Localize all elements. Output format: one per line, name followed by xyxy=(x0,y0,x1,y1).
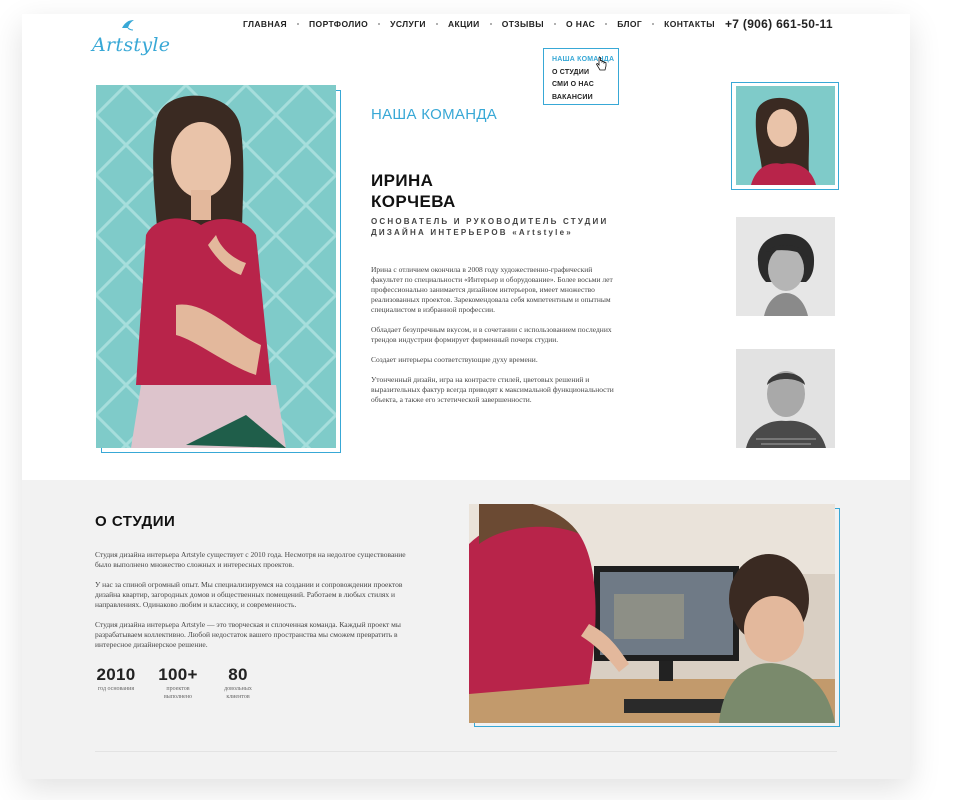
bio-paragraph: Ирина с отличием окончила в 2008 году ху… xyxy=(371,265,613,314)
studio-photo xyxy=(469,504,835,723)
team-thumb-member-3[interactable] xyxy=(736,349,835,448)
nav-separator xyxy=(378,23,381,25)
person-bio: Ирина с отличием окончила в 2008 году ху… xyxy=(371,265,626,415)
nav-item-promotions[interactable]: АКЦИИ xyxy=(448,19,480,29)
person-last-name: КОРЧЕВА xyxy=(371,192,456,211)
section-divider xyxy=(95,751,837,752)
stat-label: довольных xyxy=(224,686,252,692)
nav-item-reviews[interactable]: ОТЗЫВЫ xyxy=(502,19,544,29)
person-role: ОСНОВАТЕЛЬ И РУКОВОДИТЕЛЬ СТУДИИ ДИЗАЙНА… xyxy=(371,217,608,238)
logo[interactable]: Artstyle xyxy=(92,18,170,58)
nav-separator xyxy=(489,23,492,25)
logo-text: Artstyle xyxy=(92,34,171,56)
dropdown-item-studio[interactable]: О СТУДИИ xyxy=(552,67,618,80)
team-section-title: НАША КОМАНДА xyxy=(371,106,498,123)
stat-value: 2010 xyxy=(96,665,136,684)
studio-paragraph: У нас за спиной огромный опыт. Мы специа… xyxy=(95,580,403,609)
about-dropdown-menu: НАША КОМАНДА О СТУДИИ СМИ О НАС ВАКАНСИИ xyxy=(543,48,619,105)
logo-bird-icon xyxy=(122,20,134,31)
dropdown-item-team[interactable]: НАША КОМАНДА xyxy=(552,54,618,67)
stat-projects: 100+ проектов выполнено xyxy=(155,665,201,701)
studio-section-title: О СТУДИИ xyxy=(95,513,176,530)
team-thumb-irina[interactable] xyxy=(736,86,835,185)
person-first-name: ИРИНА xyxy=(371,171,434,190)
nav-item-portfolio[interactable]: ПОРТФОЛИО xyxy=(309,19,368,29)
team-thumb-member-2[interactable] xyxy=(736,217,835,316)
stat-label: клиентов xyxy=(226,694,250,700)
nav-item-home[interactable]: ГЛАВНАЯ xyxy=(243,19,287,29)
person-role-line: ДИЗАЙНА ИНТЕРЬЕРОВ «Artstyle» xyxy=(371,227,573,237)
nav-item-blog[interactable]: БЛОГ xyxy=(617,19,642,29)
nav-separator xyxy=(435,23,438,25)
nav-item-contacts[interactable]: КОНТАКТЫ xyxy=(664,19,715,29)
hand-cursor-icon xyxy=(596,57,607,71)
stat-label: год основания xyxy=(97,686,135,692)
nav-separator xyxy=(605,23,608,25)
person-name: ИРИНА КОРЧЕВА xyxy=(371,170,456,212)
phone-number[interactable]: +7 (906) 661-50-11 xyxy=(725,17,833,31)
bio-paragraph: Обладает безупречным вкусом, и в сочетан… xyxy=(371,325,612,344)
stat-label: выполнено xyxy=(163,694,193,700)
studio-paragraph: Студия дизайна интерьера Artstyle сущест… xyxy=(95,550,406,569)
bio-paragraph: Утонченный дизайн, игра на контрасте сти… xyxy=(371,375,614,404)
stat-value: 80 xyxy=(228,665,248,684)
stat-value: 100+ xyxy=(158,665,198,684)
nav-separator xyxy=(554,23,557,25)
main-nav: ГЛАВНАЯ ПОРТФОЛИО УСЛУГИ АКЦИИ ОТЗЫВЫ О … xyxy=(243,19,715,29)
stat-clients: 80 довольных клиентов xyxy=(218,665,258,701)
person-role-line: ОСНОВАТЕЛЬ И РУКОВОДИТЕЛЬ СТУДИИ xyxy=(371,217,609,226)
dropdown-item-media[interactable]: СМИ О НАС xyxy=(552,79,618,92)
dropdown-item-vacancies[interactable]: ВАКАНСИИ xyxy=(552,92,618,105)
bio-paragraph: Создает интерьеры соответствующие духу в… xyxy=(371,355,538,364)
studio-description: Студия дизайна интерьера Artstyle сущест… xyxy=(95,550,415,660)
nav-item-about[interactable]: О НАС xyxy=(566,19,595,29)
nav-separator xyxy=(652,23,655,25)
nav-separator xyxy=(297,23,300,25)
stat-founded: 2010 год основания xyxy=(94,665,138,693)
team-member-photo xyxy=(96,85,336,448)
nav-item-services[interactable]: УСЛУГИ xyxy=(390,19,426,29)
stat-label: проектов xyxy=(166,686,190,692)
studio-paragraph: Студия дизайна интерьера Artstyle — это … xyxy=(95,620,401,649)
